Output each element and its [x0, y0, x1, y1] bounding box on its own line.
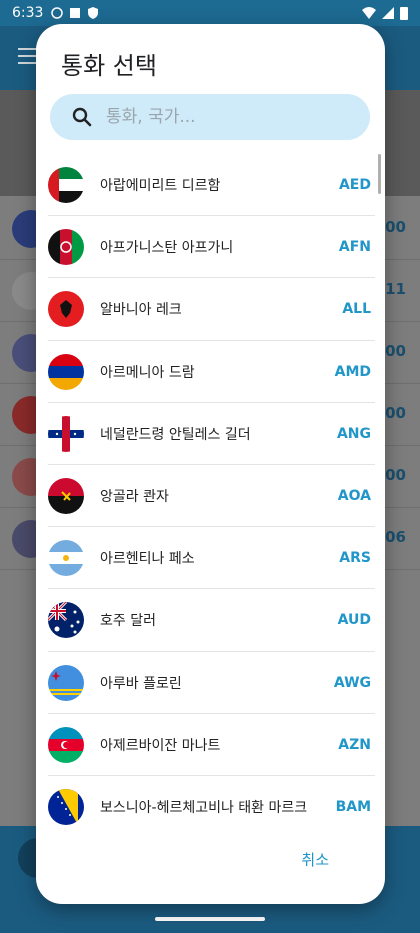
- currency-list[interactable]: 아랍에미리트 디르함 AED 아프가니스탄 아프가니 AFN 알바니아 레크 A…: [36, 154, 385, 826]
- app-notification-icon: [70, 8, 81, 18]
- currency-name: 알바니아 레크: [100, 302, 182, 319]
- currency-name: 아르메니아 드람: [100, 364, 195, 381]
- uae-flag-icon: [48, 167, 84, 204]
- currency-item-azn[interactable]: 아제르바이잔 마나트 AZN: [36, 714, 385, 777]
- status-bar: 6:33: [0, 0, 420, 26]
- dialog-title: 통화 선택: [61, 52, 157, 80]
- angola-flag-icon: [48, 478, 84, 515]
- aruba-flag-icon: [48, 664, 84, 701]
- albania-flag-icon: [48, 291, 84, 328]
- currency-name: 보스니아-헤르체고비나 태환 마르크: [100, 799, 308, 816]
- currency-select-dialog: 통화 선택 아랍에미리트 디르함 AED 아프가니스탄 아프가니 AFN: [36, 24, 385, 904]
- menu-icon: [18, 48, 38, 64]
- notification-icon: [51, 7, 64, 19]
- list-scrollbar[interactable]: [378, 154, 381, 194]
- currency-code: AUD: [337, 612, 371, 629]
- argentina-flag-icon: [48, 540, 84, 577]
- currency-item-ang[interactable]: 네덜란드령 안틸레스 길더 ANG: [36, 403, 385, 466]
- signal-icon: [382, 7, 394, 19]
- currency-name: 아프가니스탄 아프가니: [100, 240, 234, 257]
- currency-item-aoa[interactable]: 앙골라 콴자 AOA: [36, 465, 385, 528]
- currency-name: 앙골라 콴자: [100, 489, 169, 506]
- currency-code: ARS: [339, 550, 371, 567]
- wifi-icon: [362, 7, 376, 19]
- currency-code: AOA: [337, 488, 371, 505]
- currency-item-aed[interactable]: 아랍에미리트 디르함 AED: [36, 154, 385, 217]
- azerbaijan-flag-icon: [48, 726, 84, 763]
- afghanistan-flag-icon: [48, 229, 84, 266]
- gesture-nav-handle[interactable]: [155, 917, 265, 921]
- currency-name: 네덜란드령 안틸레스 길더: [100, 426, 251, 443]
- search-input[interactable]: [106, 107, 336, 127]
- currency-name: 아랍에미리트 디르함: [100, 178, 221, 195]
- currency-code: AED: [338, 177, 371, 194]
- currency-item-aud[interactable]: 호주 달러 AUD: [36, 589, 385, 652]
- australia-flag-icon: [48, 602, 84, 639]
- currency-name: 아루바 플로린: [100, 675, 182, 692]
- currency-item-ars[interactable]: 아르헨티나 페소 ARS: [36, 527, 385, 590]
- currency-item-amd[interactable]: 아르메니아 드람 AMD: [36, 341, 385, 403]
- cancel-button[interactable]: 취소: [301, 849, 329, 870]
- currency-code: ALL: [342, 301, 371, 318]
- armenia-flag-icon: [48, 353, 84, 390]
- currency-name: 호주 달러: [100, 613, 156, 630]
- currency-code: AMD: [334, 363, 371, 380]
- battery-icon: [400, 7, 408, 20]
- search-icon: [72, 107, 92, 127]
- currency-code: ANG: [336, 425, 371, 442]
- currency-code: AZN: [338, 736, 371, 753]
- netherlands-antilles-flag-icon: [48, 415, 84, 452]
- shield-icon: [88, 7, 99, 19]
- currency-item-bam[interactable]: 보스니아-헤르체고비나 태환 마르크 BAM: [36, 776, 385, 826]
- bosnia-flag-icon: [48, 788, 84, 825]
- currency-item-awg[interactable]: 아루바 플로린 AWG: [36, 652, 385, 714]
- currency-name: 아제르바이잔 마나트: [100, 737, 221, 754]
- currency-code: AFN: [338, 239, 371, 256]
- currency-item-afn[interactable]: 아프가니스탄 아프가니 AFN: [36, 216, 385, 279]
- currency-name: 아르헨티나 페소: [100, 551, 195, 568]
- currency-item-all[interactable]: 알바니아 레크 ALL: [36, 278, 385, 341]
- currency-code: BAM: [335, 798, 371, 815]
- currency-code: AWG: [333, 674, 371, 691]
- search-box[interactable]: [50, 94, 370, 140]
- status-time: 6:33: [12, 5, 44, 21]
